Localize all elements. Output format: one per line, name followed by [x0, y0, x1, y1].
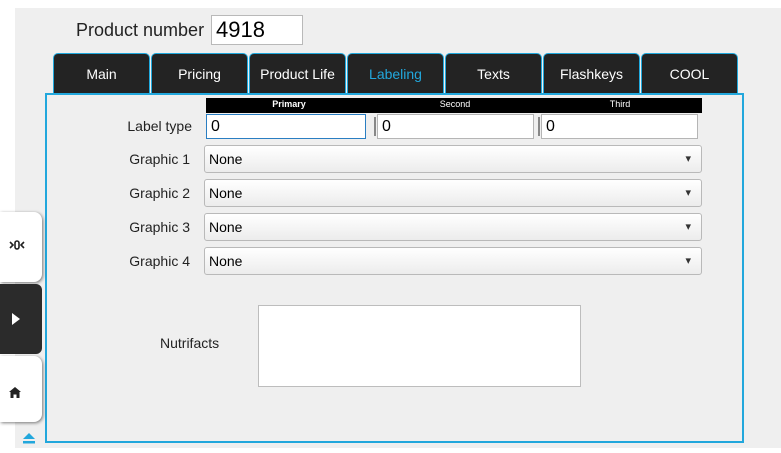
product-number-label: Product number — [76, 20, 205, 40]
scale-button[interactable] — [0, 212, 42, 282]
updown-arrows-icon: ▾︎ — [685, 153, 691, 165]
graphic-4-label: Graphic 4 — [129, 253, 190, 269]
label-type-second-value: 0 — [382, 118, 391, 135]
nutrifacts-textarea[interactable] — [258, 305, 581, 387]
tab-cool[interactable]: COOL — [641, 53, 738, 93]
graphic-4-select[interactable]: None ▾︎ — [204, 247, 702, 275]
tab-main[interactable]: Main — [53, 53, 150, 93]
third-header: Third — [609, 99, 631, 109]
label-type-primary-input[interactable]: 0 — [206, 114, 366, 139]
updown-arrows-icon: ▾︎ — [685, 221, 691, 233]
scale-icon — [9, 240, 25, 250]
column-separator — [538, 117, 540, 136]
play-icon — [12, 313, 20, 325]
tab-labeling[interactable]: Labeling — [347, 53, 444, 93]
label-type-third-input[interactable]: 0 — [538, 114, 698, 139]
eject-icon[interactable] — [22, 432, 36, 444]
home-icon — [9, 387, 21, 398]
graphic-1-select[interactable]: None ▾︎ — [204, 145, 702, 173]
label-type-third-value: 0 — [546, 118, 555, 135]
graphic-2-select[interactable]: None ▾︎ — [204, 179, 702, 207]
side-rail — [0, 212, 42, 422]
tab-flashkeys[interactable]: Flashkeys — [543, 53, 640, 93]
graphic-2-label: Graphic 2 — [129, 185, 190, 201]
updown-arrows-icon: ▾︎ — [685, 187, 691, 199]
label-type-label: Label type — [127, 118, 192, 134]
tab-product-life[interactable]: Product Life — [249, 53, 346, 93]
label-type-second-input[interactable]: 0 — [374, 114, 534, 139]
tab-pricing[interactable]: Pricing — [151, 53, 248, 93]
graphic-2-value: None — [209, 185, 243, 201]
tab-texts[interactable]: Texts — [445, 53, 542, 93]
play-button[interactable] — [0, 284, 42, 354]
nutrifacts-label: Nutrifacts — [160, 335, 220, 351]
product-number-input[interactable]: 4918 — [211, 15, 303, 45]
graphic-1-label: Graphic 1 — [129, 151, 190, 167]
second-header: Second — [439, 99, 471, 109]
tab-bar: Main Pricing Product Life Labeling Texts… — [53, 53, 739, 93]
home-button[interactable] — [0, 356, 42, 422]
graphic-3-value: None — [209, 219, 243, 235]
column-separator — [374, 117, 376, 136]
graphic-3-label: Graphic 3 — [129, 219, 190, 235]
label-type-primary-value: 0 — [211, 118, 220, 135]
graphic-4-value: None — [209, 253, 243, 269]
updown-arrows-icon: ▾︎ — [685, 255, 691, 267]
graphic-3-select[interactable]: None ▾︎ — [204, 213, 702, 241]
graphic-1-value: None — [209, 151, 243, 167]
primary-header: Primary — [272, 99, 306, 109]
